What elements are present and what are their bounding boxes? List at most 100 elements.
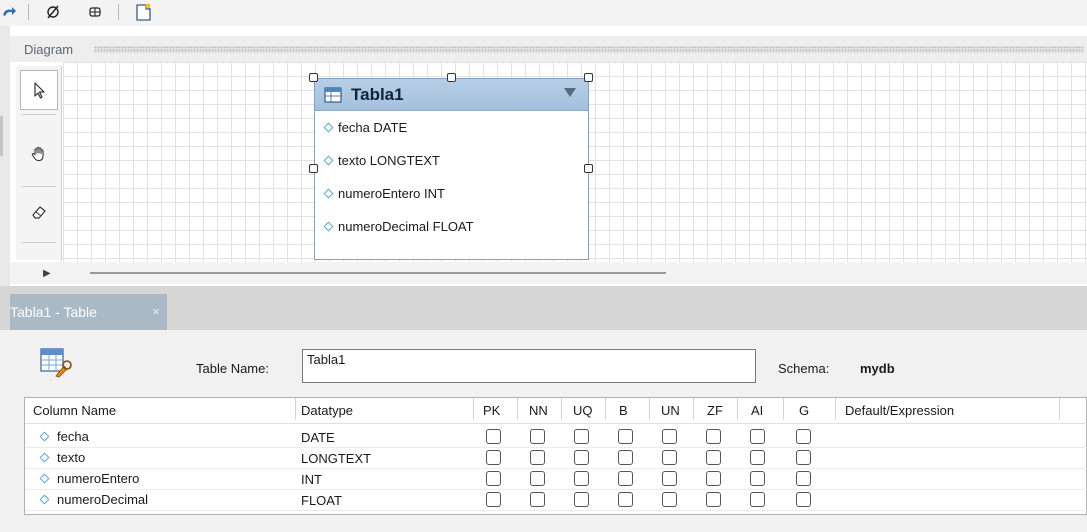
- zf-checkbox[interactable]: [706, 450, 721, 465]
- nn-checkbox[interactable]: [530, 429, 545, 444]
- nn-checkbox[interactable]: [530, 450, 545, 465]
- table-row[interactable]: texto LONGTEXT: [25, 448, 1087, 469]
- column-name-cell[interactable]: numeroEntero: [37, 471, 139, 486]
- header-ai[interactable]: AI: [751, 403, 763, 418]
- ai-checkbox[interactable]: [750, 492, 765, 507]
- er-column[interactable]: numeroDecimal FLOAT: [323, 216, 474, 236]
- tool-palette: [16, 66, 62, 260]
- header-uq[interactable]: UQ: [573, 403, 593, 418]
- g-checkbox[interactable]: [796, 492, 811, 507]
- column-name-cell[interactable]: numeroDecimal: [37, 492, 148, 507]
- datatype-cell[interactable]: LONGTEXT: [301, 451, 371, 466]
- column-diamond-icon: [323, 122, 334, 132]
- column-name-cell[interactable]: fecha: [37, 429, 89, 444]
- table-name-label: Table Name:: [196, 361, 269, 376]
- pk-checkbox[interactable]: [486, 429, 501, 444]
- hand-tool-button[interactable]: [20, 134, 58, 174]
- ai-checkbox[interactable]: [750, 471, 765, 486]
- header-zf[interactable]: ZF: [707, 403, 723, 418]
- header-b[interactable]: B: [619, 403, 628, 418]
- header-default-expression[interactable]: Default/Expression: [845, 403, 954, 418]
- table-name-input[interactable]: [302, 349, 756, 383]
- pointer-icon: [34, 82, 45, 99]
- header-datatype[interactable]: Datatype: [301, 403, 353, 418]
- er-table-header[interactable]: Tabla1: [315, 79, 588, 111]
- pk-checkbox[interactable]: [486, 492, 501, 507]
- collapse-triangle-icon[interactable]: [564, 88, 576, 97]
- g-checkbox[interactable]: [796, 450, 811, 465]
- table-row[interactable]: fecha DATE: [25, 427, 1087, 448]
- new-document-icon[interactable]: [132, 2, 154, 22]
- zf-checkbox[interactable]: [706, 429, 721, 444]
- uq-checkbox[interactable]: [574, 429, 589, 444]
- resize-handle[interactable]: [309, 73, 318, 82]
- un-checkbox[interactable]: [662, 450, 677, 465]
- column-diamond-icon: [39, 494, 50, 505]
- zf-checkbox[interactable]: [706, 492, 721, 507]
- diagram-scrollbar[interactable]: ▶: [10, 262, 1087, 284]
- g-checkbox[interactable]: [796, 471, 811, 486]
- scroll-arrow-icon[interactable]: ▶: [43, 268, 51, 279]
- un-checkbox[interactable]: [662, 471, 677, 486]
- ai-checkbox[interactable]: [750, 429, 765, 444]
- er-table-tabla1[interactable]: Tabla1 fecha DATE texto LONGTEXT numeroE…: [314, 78, 589, 260]
- b-checkbox[interactable]: [618, 492, 633, 507]
- datatype-cell[interactable]: FLOAT: [301, 493, 342, 508]
- uq-checkbox[interactable]: [574, 450, 589, 465]
- grid-toggle-icon[interactable]: [86, 2, 104, 22]
- table-editor-icon: [38, 346, 74, 381]
- uq-checkbox[interactable]: [574, 471, 589, 486]
- header-grip: [94, 46, 1084, 53]
- hand-icon: [31, 146, 44, 162]
- schema-label: Schema:: [778, 361, 830, 376]
- g-checkbox[interactable]: [796, 429, 811, 444]
- nn-checkbox[interactable]: [530, 471, 545, 486]
- column-diamond-icon: [39, 431, 50, 442]
- uq-checkbox[interactable]: [574, 492, 589, 507]
- resize-handle[interactable]: [447, 73, 456, 82]
- diagram-header: Diagram: [10, 36, 1087, 62]
- pk-checkbox[interactable]: [486, 450, 501, 465]
- un-checkbox[interactable]: [662, 492, 677, 507]
- table-row[interactable]: numeroDecimal FLOAT: [25, 490, 1087, 511]
- er-column[interactable]: numeroEntero INT: [323, 183, 445, 203]
- column-name-cell[interactable]: texto: [37, 450, 85, 465]
- pointer-tool-button[interactable]: [20, 70, 58, 110]
- eraser-tool-button[interactable]: [20, 192, 58, 232]
- pk-checkbox[interactable]: [486, 471, 501, 486]
- er-table-title: Tabla1: [351, 85, 404, 104]
- header-pk[interactable]: PK: [483, 403, 500, 418]
- ai-checkbox[interactable]: [750, 450, 765, 465]
- er-column[interactable]: fecha DATE: [323, 117, 407, 137]
- resize-handle[interactable]: [584, 73, 593, 82]
- header-un[interactable]: UN: [661, 403, 680, 418]
- table-icon: [324, 87, 342, 106]
- b-checkbox[interactable]: [618, 450, 633, 465]
- column-diamond-icon: [39, 473, 50, 484]
- diagram-title: Diagram: [24, 42, 74, 57]
- nn-checkbox[interactable]: [530, 492, 545, 507]
- header-nn[interactable]: NN: [529, 403, 548, 418]
- column-diamond-icon: [39, 452, 50, 463]
- datatype-cell[interactable]: DATE: [301, 430, 335, 445]
- datatype-cell[interactable]: INT: [301, 472, 322, 487]
- table-row[interactable]: numeroEntero INT: [25, 469, 1087, 490]
- close-icon[interactable]: ×: [152, 304, 160, 319]
- zf-checkbox[interactable]: [706, 471, 721, 486]
- header-column-name[interactable]: Column Name: [33, 403, 116, 418]
- schema-value: mydb: [860, 361, 895, 376]
- un-checkbox[interactable]: [662, 429, 677, 444]
- redo-icon[interactable]: [0, 2, 18, 22]
- scroll-thumb[interactable]: [90, 272, 666, 274]
- resize-handle[interactable]: [584, 164, 593, 173]
- column-diamond-icon: [323, 221, 334, 231]
- header-g[interactable]: G: [799, 403, 809, 418]
- column-diamond-icon: [323, 188, 334, 198]
- b-checkbox[interactable]: [618, 471, 633, 486]
- er-column[interactable]: texto LONGTEXT: [323, 150, 440, 170]
- eraser-icon: [32, 206, 46, 219]
- resize-handle[interactable]: [309, 164, 318, 173]
- toggle-nulls-icon[interactable]: [44, 2, 62, 22]
- tab-tabla1-table[interactable]: Tabla1 - Table ×: [10, 294, 167, 330]
- b-checkbox[interactable]: [618, 429, 633, 444]
